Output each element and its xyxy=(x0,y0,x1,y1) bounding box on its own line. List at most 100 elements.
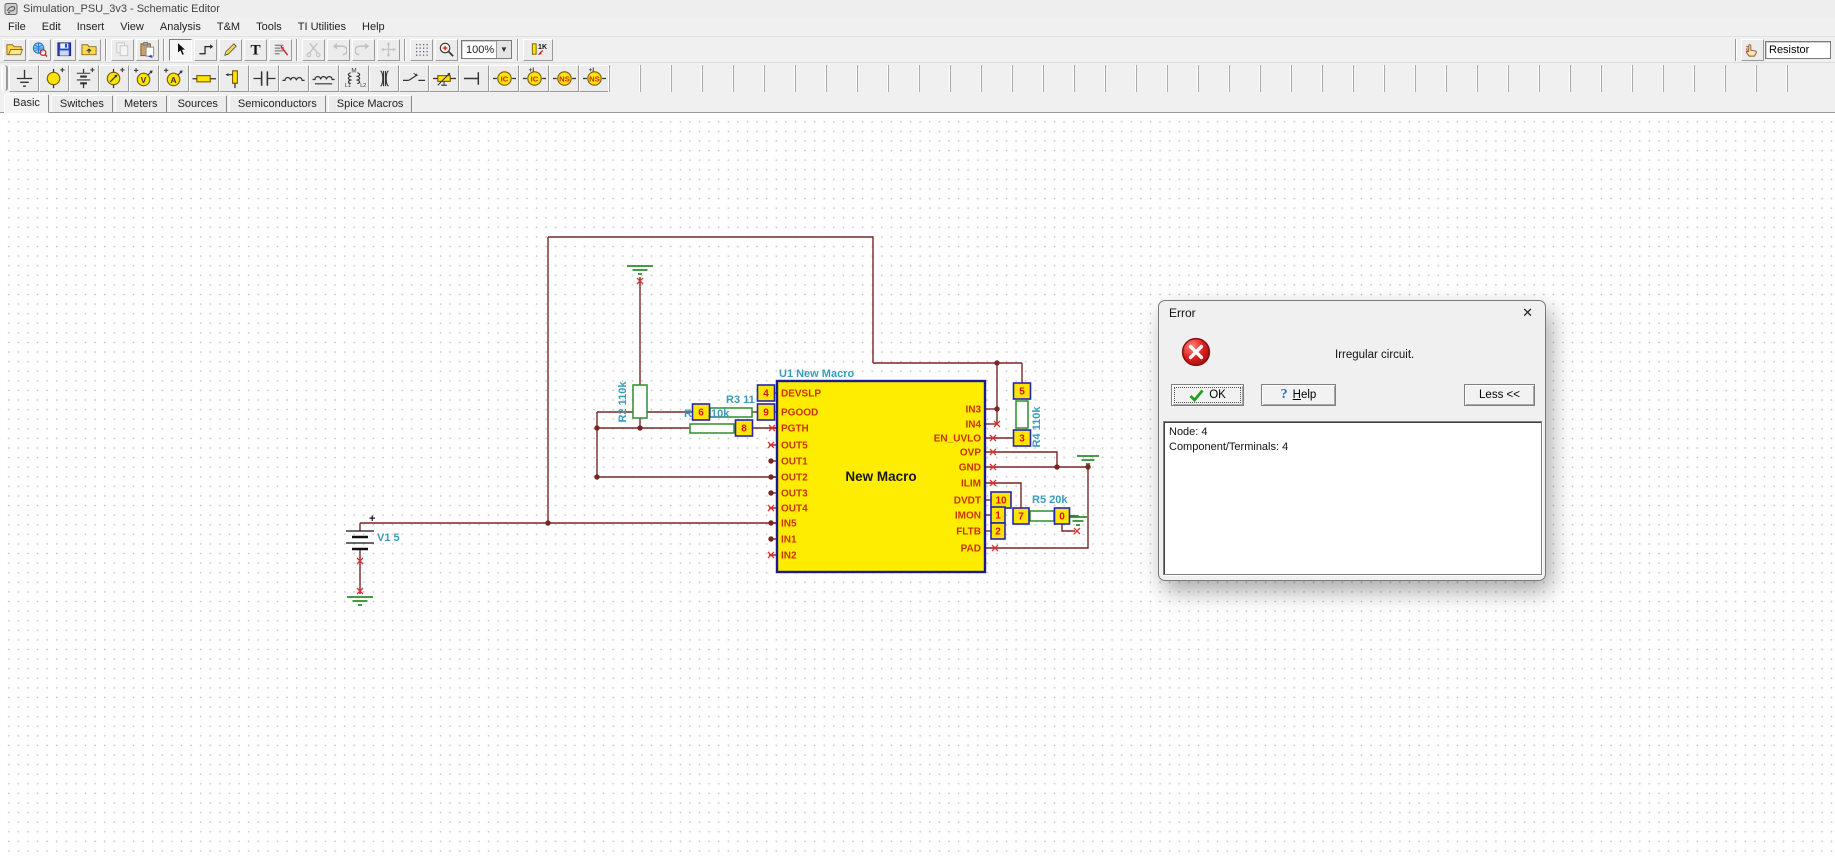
component-ns-macro-button[interactable]: NS xyxy=(549,65,579,92)
empty-toolbar-slot xyxy=(950,65,981,92)
toolbar-drag-handle[interactable] xyxy=(1,65,8,91)
menu-view[interactable]: View xyxy=(112,19,152,35)
chevron-down-icon[interactable]: ▼ xyxy=(496,41,511,58)
tab-semiconductors[interactable]: Semiconductors xyxy=(228,95,326,112)
component-voltage-source-button[interactable] xyxy=(39,65,69,92)
component-r3[interactable] xyxy=(709,407,753,418)
component-ic-macro-plus-button[interactable]: IC +I xyxy=(519,65,549,92)
redo-button[interactable] xyxy=(352,38,375,61)
tab-sources[interactable]: Sources xyxy=(168,95,227,112)
ic-macro-icon: IC xyxy=(492,71,516,86)
component-voltage-meter-button[interactable]: V xyxy=(129,65,159,92)
svg-text:T: T xyxy=(250,43,260,58)
tab-spice-macros[interactable]: Spice Macros xyxy=(327,95,413,112)
find-component-button[interactable] xyxy=(1741,38,1764,61)
paste-button[interactable] xyxy=(136,38,159,61)
less-button[interactable]: Less << xyxy=(1464,384,1535,406)
component-coupled-inductors-button[interactable]: M L1 L2 xyxy=(339,65,369,92)
empty-toolbar-slot xyxy=(1694,65,1725,92)
component-battery-button[interactable] xyxy=(69,65,99,92)
menu-insert[interactable]: Insert xyxy=(69,19,113,35)
menu-analysis[interactable]: Analysis xyxy=(152,19,209,35)
component-r4[interactable] xyxy=(1015,400,1029,429)
open-url-icon xyxy=(32,42,48,58)
menu-help[interactable]: Help xyxy=(354,19,393,35)
empty-toolbar-slot xyxy=(671,65,702,92)
undo-icon xyxy=(332,42,347,56)
battery-icon xyxy=(76,67,95,89)
copy-button[interactable] xyxy=(111,38,134,61)
main-toolbar: T 100% ▼ 1K xyxy=(0,36,1835,62)
ic-u1-new-macro[interactable]: New Macro DEVSLP PGOOD PGTH OUT5 OUT1 OUT2 OUT3… xyxy=(775,379,987,574)
move-button[interactable] xyxy=(377,38,400,61)
empty-toolbar-slot xyxy=(826,65,857,92)
tab-basic[interactable]: Basic xyxy=(4,94,49,113)
cursor-button[interactable] xyxy=(169,38,192,61)
component-current-meter-button[interactable]: A xyxy=(159,65,189,92)
component-r1[interactable] xyxy=(689,423,735,434)
component-r5[interactable] xyxy=(1029,510,1055,522)
menu-ti-utilities[interactable]: TI Utilities xyxy=(290,19,354,35)
empty-toolbar-slot xyxy=(1508,65,1539,92)
open-url-button[interactable] xyxy=(28,38,51,61)
zoom-in-button[interactable] xyxy=(435,38,458,61)
component-ground-button[interactable] xyxy=(9,65,39,92)
svg-text:NS: NS xyxy=(589,74,600,83)
component-ic-macro-button[interactable]: IC xyxy=(489,65,519,92)
dialog-title: Error xyxy=(1169,306,1196,320)
menu-t-m[interactable]: T&M xyxy=(209,19,248,35)
svg-text:L2: L2 xyxy=(360,83,366,89)
ic-macro-plus-icon: IC+I xyxy=(522,67,546,86)
titlebar[interactable]: Simulation_PSU_3v3 - Schematic Editor xyxy=(0,0,1835,18)
wire-button[interactable] xyxy=(194,38,217,61)
dialog-titlebar[interactable]: Error ✕ xyxy=(1159,301,1545,325)
component-potentiometer-button[interactable] xyxy=(429,65,459,92)
component-current-arrow-button[interactable] xyxy=(219,65,249,92)
text-button[interactable]: T xyxy=(244,38,267,61)
svg-text:M: M xyxy=(351,67,356,74)
svg-text:PGTH: PGTH xyxy=(781,424,809,435)
value-label-button[interactable]: 1K xyxy=(523,38,553,61)
component-inductor-core-button[interactable] xyxy=(309,65,339,92)
component-r2[interactable] xyxy=(632,384,648,419)
zoom-select[interactable]: 100% ▼ xyxy=(461,40,512,59)
open-file-button[interactable] xyxy=(3,38,26,61)
save-button[interactable] xyxy=(53,38,76,61)
redo-icon xyxy=(355,42,370,56)
empty-toolbar-slot xyxy=(795,65,826,92)
menu-edit[interactable]: Edit xyxy=(34,19,69,35)
svg-text:IC: IC xyxy=(500,74,508,83)
svg-text:OVP: OVP xyxy=(960,448,981,459)
component-transformer-button[interactable] xyxy=(369,65,399,92)
error-icon xyxy=(1181,337,1211,370)
help-label: Help xyxy=(1292,389,1317,401)
component-current-source-button[interactable] xyxy=(99,65,129,92)
tab-switches[interactable]: Switches xyxy=(50,95,113,112)
ok-label: OK xyxy=(1209,389,1226,401)
undo-button[interactable] xyxy=(327,38,350,61)
svg-text:PGOOD: PGOOD xyxy=(781,408,818,419)
component-terminal-button[interactable] xyxy=(459,65,489,92)
component-inductor-button[interactable] xyxy=(279,65,309,92)
menu-tools[interactable]: Tools xyxy=(248,19,290,35)
tab-meters[interactable]: Meters xyxy=(114,95,167,112)
component-capacitor-button[interactable] xyxy=(249,65,279,92)
empty-toolbar-slot xyxy=(1384,65,1415,92)
empty-toolbar-slot xyxy=(764,65,795,92)
component-switch-button[interactable] xyxy=(399,65,429,92)
close-icon[interactable]: ✕ xyxy=(1522,305,1533,321)
error-details-list[interactable]: Node: 4 Component/Terminals: 4 xyxy=(1163,421,1542,575)
component-search-input[interactable] xyxy=(1765,40,1831,59)
help-button[interactable]: ? Help xyxy=(1261,384,1336,406)
delete-button[interactable] xyxy=(269,38,292,61)
menu-file[interactable]: File xyxy=(0,19,34,35)
component-ns-macro-plus-button[interactable]: NS +I xyxy=(579,65,609,92)
component-resistor-button[interactable] xyxy=(189,65,219,92)
grid-button[interactable] xyxy=(410,38,433,61)
svg-text:IMON: IMON xyxy=(955,511,981,522)
empty-toolbar-slot xyxy=(1260,65,1291,92)
cut-button[interactable] xyxy=(302,38,325,61)
open-folder-button[interactable] xyxy=(78,38,101,61)
ok-button[interactable]: OK xyxy=(1171,384,1244,406)
pencil-button[interactable] xyxy=(219,38,242,61)
